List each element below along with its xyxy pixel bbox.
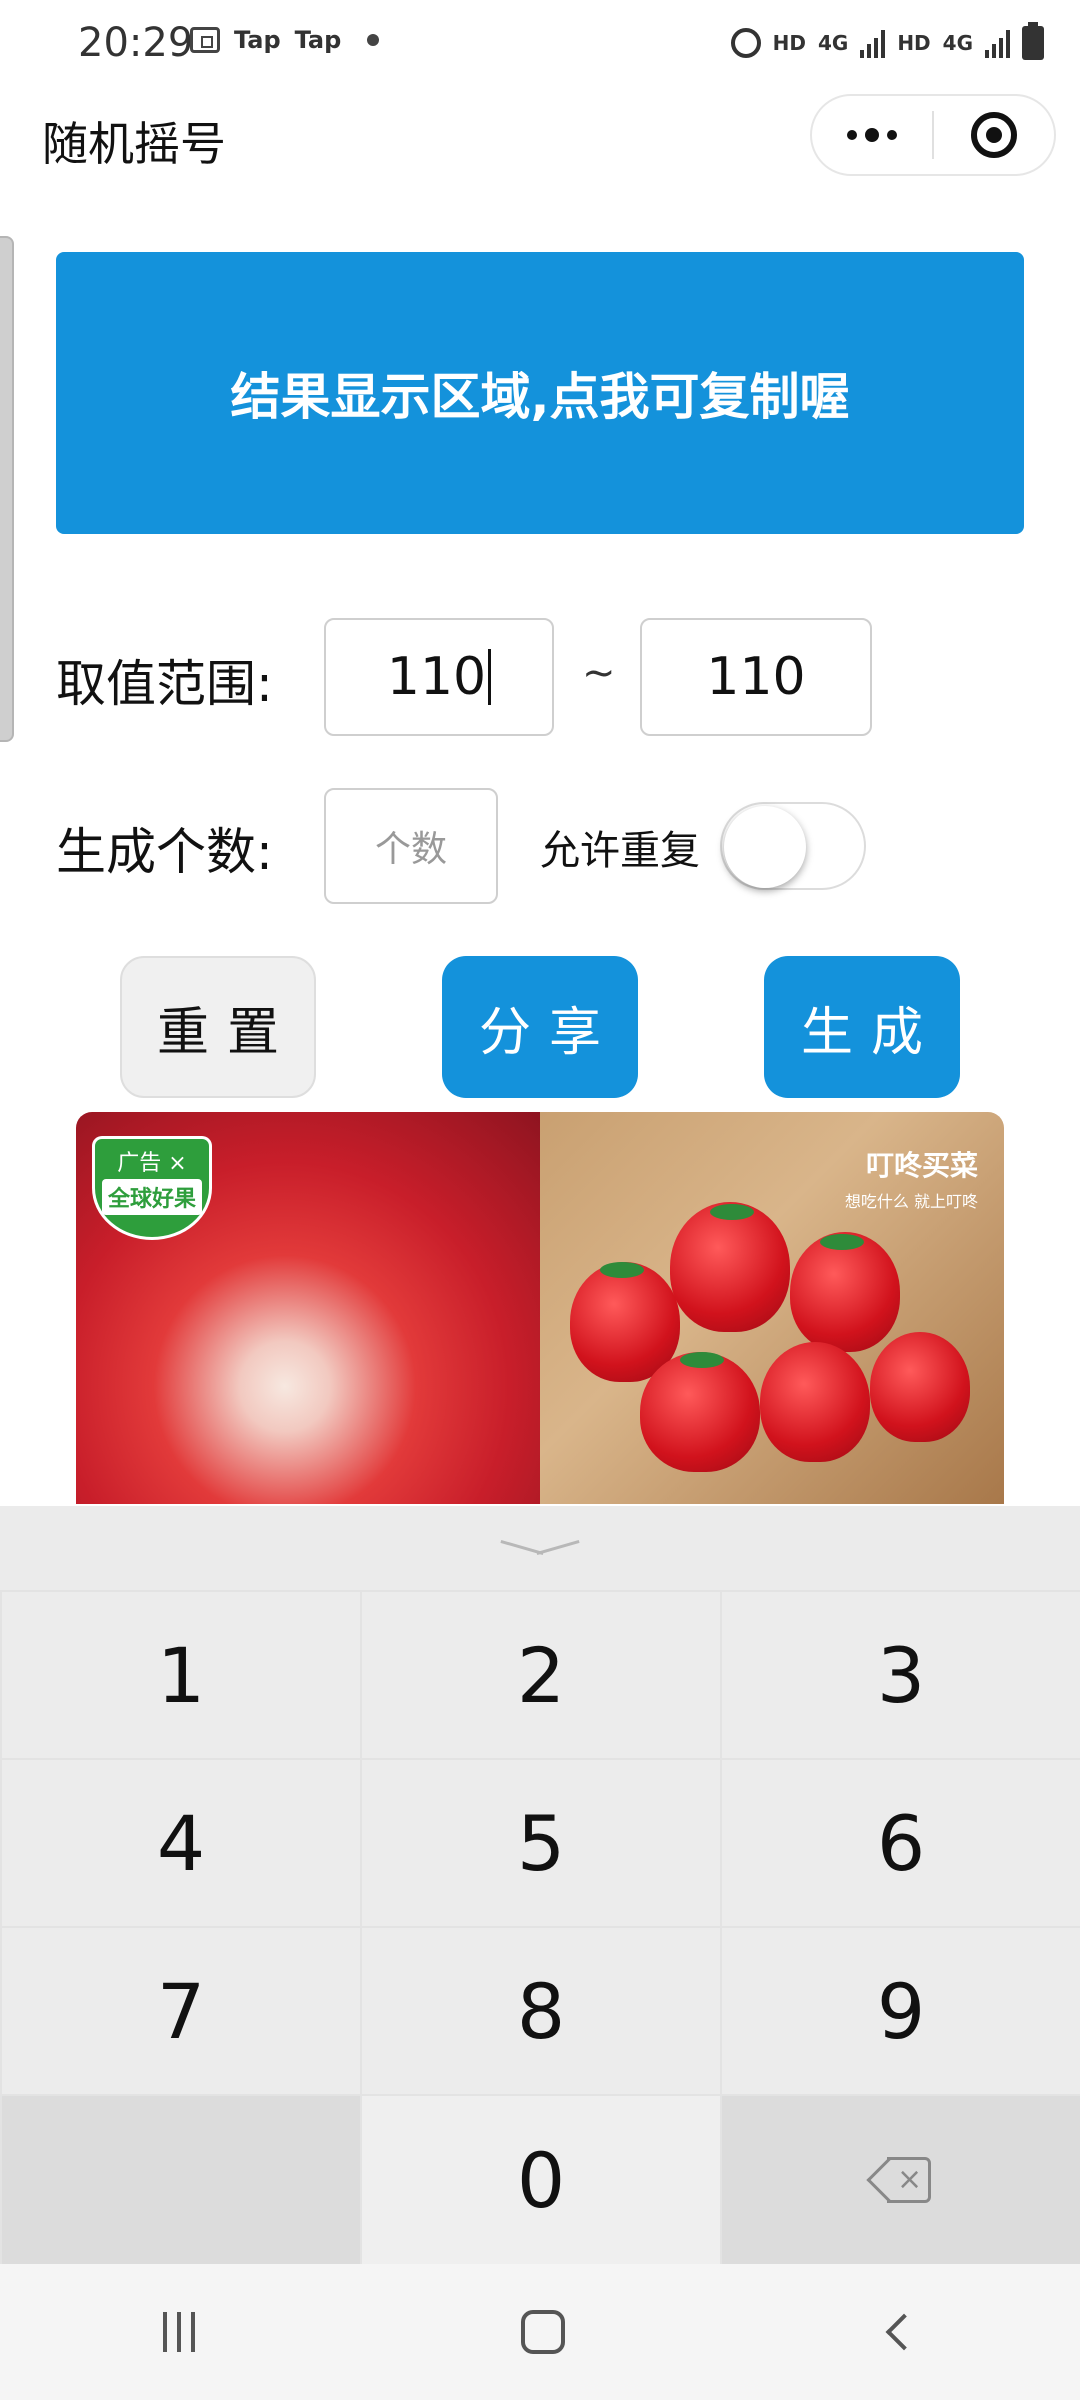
tap-app-label-1: Tap xyxy=(234,26,281,54)
key-blank xyxy=(0,2094,360,2264)
generate-button[interactable]: 生成 xyxy=(764,956,960,1098)
key-5[interactable]: 5 xyxy=(360,1758,720,1926)
ad-strawberry-closeup-image: 广告 × 全球好果 xyxy=(76,1112,540,1504)
status-system-icons: HD 4G HD 4G xyxy=(730,22,1044,60)
ad-tag[interactable]: 广告 × xyxy=(117,1145,186,1177)
range-min-value: 110 xyxy=(386,647,487,707)
screenshot-icon xyxy=(190,27,220,53)
key-7[interactable]: 7 xyxy=(0,1926,360,2094)
keypad-grid: 1 2 3 4 5 6 7 8 9 0 × xyxy=(0,1590,1080,2264)
signal-icon xyxy=(860,28,886,58)
share-button[interactable]: 分享 xyxy=(442,956,638,1098)
target-icon xyxy=(971,112,1017,158)
key-1[interactable]: 1 xyxy=(0,1590,360,1758)
result-display[interactable]: 结果显示区域,点我可复制喔 xyxy=(56,252,1024,534)
status-notification-icons: Tap Tap xyxy=(190,26,380,54)
hd-label-2: HD xyxy=(897,31,931,55)
key-3[interactable]: 3 xyxy=(720,1590,1080,1758)
side-drawer-handle[interactable] xyxy=(0,236,14,742)
range-min-input[interactable]: 110 xyxy=(324,618,554,736)
count-label: 生成个数: xyxy=(56,823,273,881)
count-placeholder: 个数 xyxy=(374,829,447,870)
signal-icon-2 xyxy=(985,28,1010,58)
ad-banner[interactable]: 广告 × 全球好果 叮咚买菜 想吃什么 就上叮咚 xyxy=(76,1112,1004,1504)
ad-brand-right: 叮咚买菜 想吃什么 就上叮咚 xyxy=(845,1144,978,1212)
ad-brand-right-name: 叮咚买菜 xyxy=(865,1149,978,1182)
page-title: 随机摇号 xyxy=(42,117,226,171)
result-text: 结果显示区域,点我可复制喔 xyxy=(230,368,850,426)
ad-slogan: 想吃什么 就上叮咚 xyxy=(844,1192,978,1211)
ad-brand-left: 全球好果 xyxy=(101,1179,202,1215)
more-dot-icon xyxy=(865,128,879,142)
keyboard-collapse-button[interactable] xyxy=(0,1506,1080,1590)
alarm-icon xyxy=(730,28,761,58)
key-8[interactable]: 8 xyxy=(360,1926,720,2094)
key-6[interactable]: 6 xyxy=(720,1758,1080,1926)
status-bar: 20:29 Tap Tap HD 4G HD 4G xyxy=(0,0,1080,90)
close-mini-program-button[interactable] xyxy=(934,96,1054,174)
more-dot-icon xyxy=(887,130,897,140)
range-label: 取值范围: xyxy=(56,655,273,713)
ad-badge: 广告 × 全球好果 xyxy=(92,1136,212,1240)
range-max-input[interactable]: 110 xyxy=(640,618,872,736)
home-button[interactable] xyxy=(521,2310,565,2354)
more-dot-icon xyxy=(847,130,857,140)
range-max-value: 110 xyxy=(706,647,806,707)
hd-label-1: HD xyxy=(772,31,806,55)
title-bar: 随机摇号 xyxy=(0,90,1080,182)
key-2[interactable]: 2 xyxy=(360,1590,720,1758)
network-4g-label-1: 4G xyxy=(817,31,849,55)
network-4g-label-2: 4G xyxy=(942,31,973,55)
chevron-down-icon xyxy=(500,1536,580,1560)
key-0[interactable]: 0 xyxy=(360,2094,720,2264)
text-cursor xyxy=(488,649,492,705)
battery-icon xyxy=(1022,22,1044,60)
tap-app-label-2: Tap xyxy=(294,26,342,54)
count-input[interactable]: 个数 xyxy=(324,788,498,904)
ad-strawberry-basket-image: 叮咚买菜 想吃什么 就上叮咚 xyxy=(540,1112,1004,1504)
allow-repeat-toggle[interactable] xyxy=(720,802,866,890)
backspace-key[interactable]: × xyxy=(720,2094,1080,2264)
allow-repeat-label: 允许重复 xyxy=(540,828,700,874)
toggle-knob xyxy=(724,806,806,888)
numeric-keyboard: 1 2 3 4 5 6 7 8 9 0 × xyxy=(0,1506,1080,2264)
reset-button[interactable]: 重置 xyxy=(120,956,316,1098)
recents-button[interactable] xyxy=(163,2312,195,2352)
status-time: 20:29 xyxy=(78,20,194,66)
back-button[interactable] xyxy=(885,2313,923,2351)
more-menu-button[interactable] xyxy=(812,96,932,174)
key-4[interactable]: 4 xyxy=(0,1758,360,1926)
mini-program-capsule xyxy=(810,94,1056,176)
range-separator: ~ xyxy=(582,650,616,696)
backspace-icon: × xyxy=(866,2157,931,2203)
system-navigation-bar xyxy=(0,2264,1080,2400)
notification-dot-icon xyxy=(367,34,380,46)
key-9[interactable]: 9 xyxy=(720,1926,1080,2094)
